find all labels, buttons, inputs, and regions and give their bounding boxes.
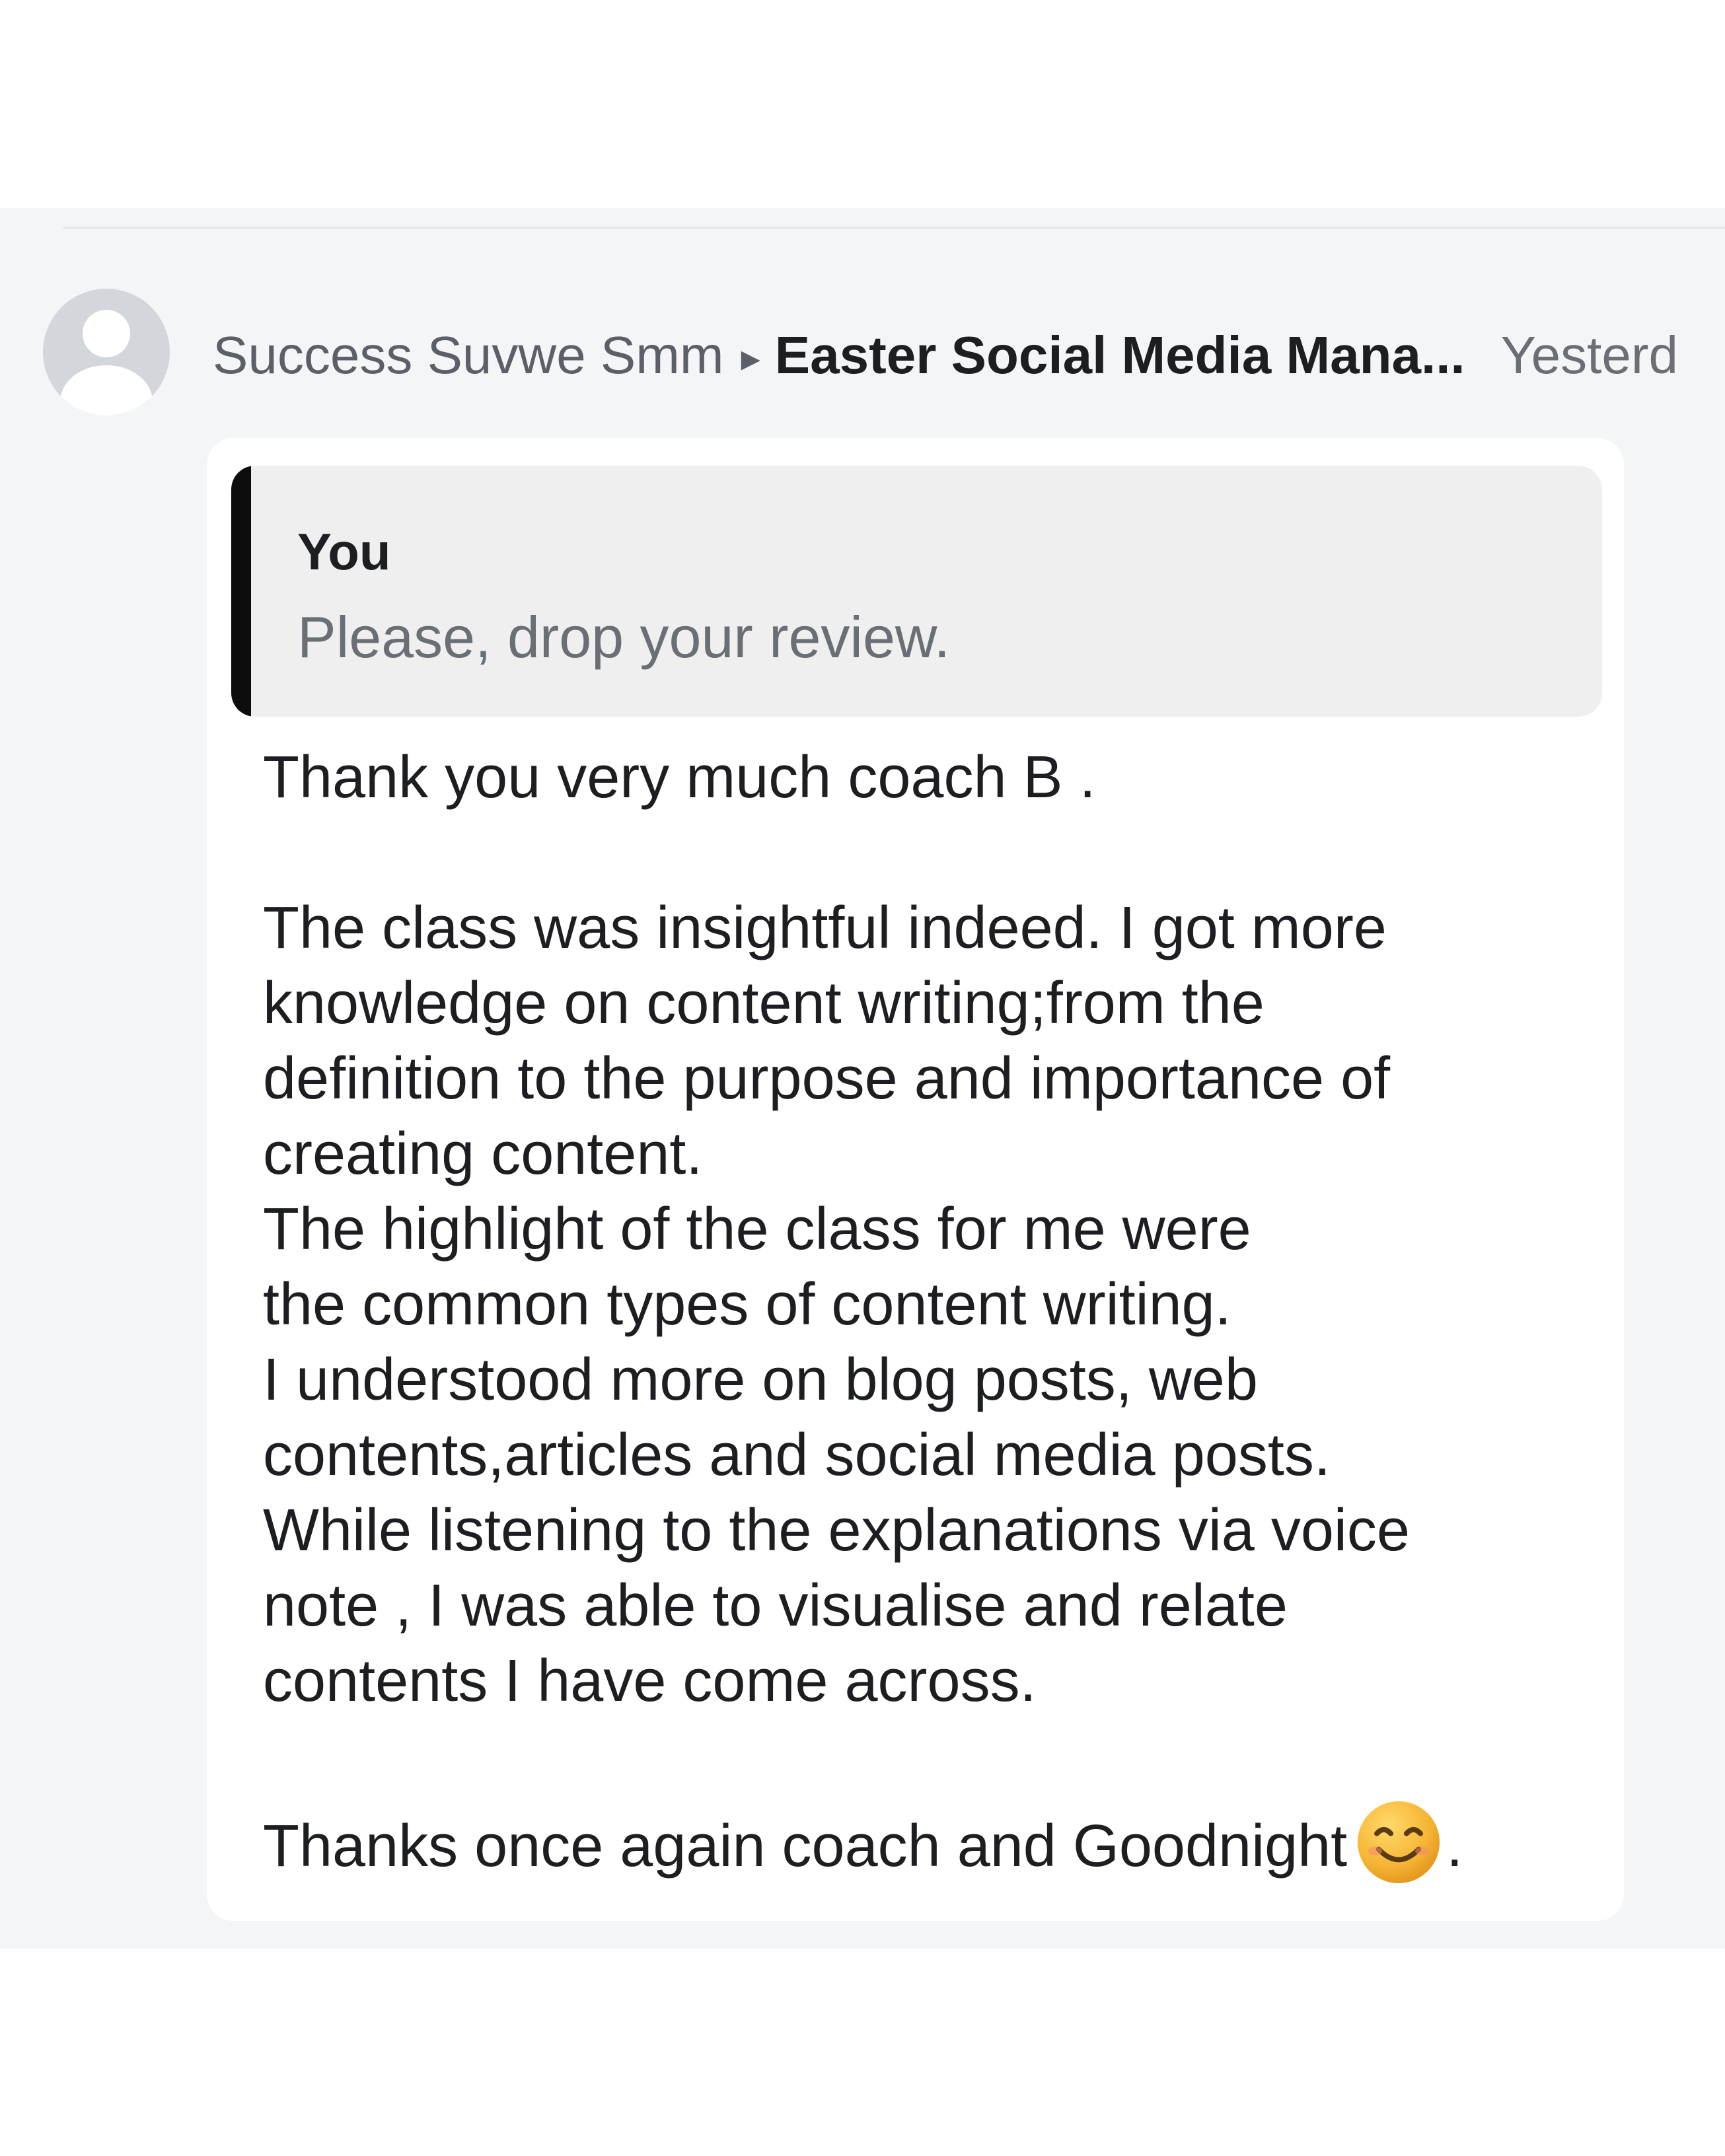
message-line: definition to the purpose and importance…: [263, 1046, 1391, 1112]
avatar-head: [83, 310, 130, 357]
closing-text: Thanks once again coach and Goodnight: [263, 1813, 1348, 1879]
post-header: Success Suvwe Smm ▶ Easter Social Media Ma…: [213, 324, 1725, 387]
message-line: I understood more on blog posts, web: [263, 1347, 1258, 1413]
message-line: contents I have come across.: [263, 1648, 1037, 1714]
sender-name[interactable]: Success Suvwe Smm: [213, 326, 724, 384]
quoted-text: Please, drop your review.: [297, 604, 951, 670]
avatar-shoulders: [60, 365, 153, 415]
quoted-author: You: [297, 522, 391, 581]
timestamp: Yesterd: [1500, 326, 1678, 384]
message-line: contents,articles and social media posts…: [263, 1422, 1331, 1488]
message-line: Thank you very much coach B .: [263, 744, 1096, 810]
message-line: The highlight of the class for me were: [263, 1196, 1251, 1262]
message-line: While listening to the explanations via …: [263, 1497, 1410, 1563]
message-line: note , I was able to visualise and relat…: [263, 1573, 1288, 1639]
divider: [63, 227, 1725, 229]
default-user-avatar-icon[interactable]: [43, 289, 170, 415]
closing-line: Thanks once again coach and Goodnight .: [263, 1801, 1611, 1884]
triangle-right-icon: ▶: [741, 345, 760, 373]
message-line: the common types of content writing.: [263, 1272, 1231, 1338]
message-line: knowledge on content writing;from the: [263, 970, 1265, 1036]
message-line: The class was insightful indeed. I got m…: [263, 895, 1387, 961]
quoted-reply[interactable]: You Please, drop your review.: [231, 466, 1602, 717]
smiling-face-emoji-icon: [1358, 1801, 1440, 1884]
closing-punctuation: .: [1446, 1813, 1463, 1879]
message-body: Thank you very much coach B . The class …: [263, 740, 1611, 1884]
quote-bar: [231, 466, 251, 717]
group-name[interactable]: Easter Social Media Mana...: [775, 326, 1465, 384]
message-line: creating content.: [263, 1121, 703, 1187]
